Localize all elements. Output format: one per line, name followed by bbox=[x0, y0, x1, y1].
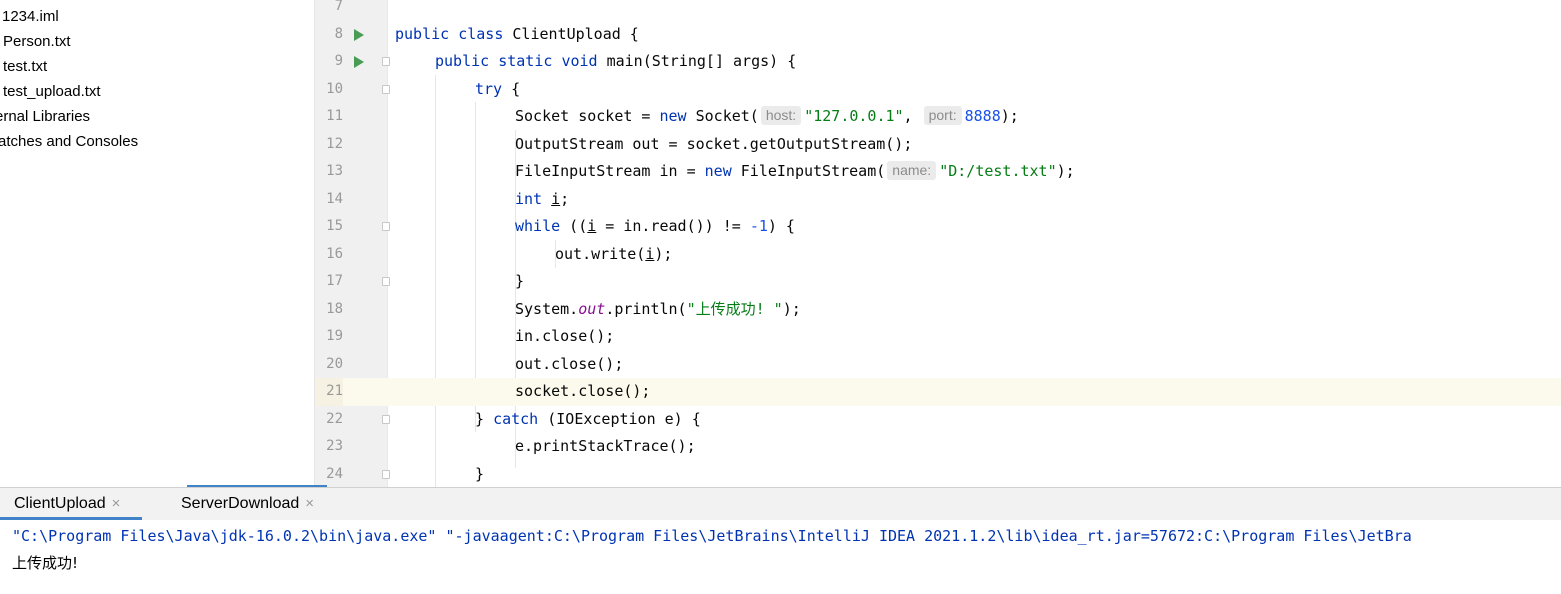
line-number: 16 bbox=[326, 245, 343, 262]
tab-label: ServerDownload bbox=[181, 495, 300, 512]
fold-icon[interactable] bbox=[382, 57, 390, 66]
line-number: 9 bbox=[334, 53, 343, 69]
code-line: 23 e.printStackTrace(); bbox=[315, 433, 1561, 461]
tab-client-upload[interactable]: ClientUpload × bbox=[14, 488, 120, 520]
code-line: 8 public class ClientUpload { bbox=[315, 21, 1561, 49]
line-number: 21 bbox=[315, 378, 343, 406]
line-number: 17 bbox=[326, 273, 343, 289]
code-line: 15 while ((i = in.read()) != -1) { bbox=[315, 213, 1561, 241]
code-text: while ((i = in.read()) != -1) { bbox=[515, 217, 795, 235]
line-number: 13 bbox=[326, 163, 343, 179]
code-line: 17 } bbox=[315, 268, 1561, 296]
code-text: e.printStackTrace(); bbox=[515, 437, 696, 455]
param-hint: port: bbox=[923, 106, 962, 125]
line-number: 8 bbox=[334, 25, 343, 42]
code-text: OutputStream out = socket.getOutputStrea… bbox=[515, 134, 913, 153]
line-number: 11 bbox=[326, 108, 343, 124]
close-icon[interactable]: × bbox=[112, 488, 121, 520]
console-command-line: "C:\Program Files\Java\jdk-16.0.2\bin\ja… bbox=[12, 527, 1412, 545]
run-console[interactable]: "C:\Program Files\Java\jdk-16.0.2\bin\ja… bbox=[0, 520, 1561, 594]
code-text: socket.close(); bbox=[515, 382, 651, 400]
close-icon[interactable]: × bbox=[305, 488, 314, 520]
line-number: 20 bbox=[326, 355, 343, 372]
line-number: 23 bbox=[326, 438, 343, 454]
code-text: } bbox=[515, 272, 525, 290]
code-line: 22 } catch (IOException e) { bbox=[315, 406, 1561, 434]
code-line: 11 Socket socket = new Socket(host: "127.… bbox=[315, 103, 1561, 131]
tab-label: ClientUpload bbox=[14, 495, 106, 512]
code-text: } bbox=[475, 464, 485, 483]
param-hint: host: bbox=[760, 106, 802, 125]
code-text: FileInputStream in = new FileInputStream… bbox=[515, 161, 1075, 180]
code-text: Socket socket = new Socket(host: "127.0.0… bbox=[515, 106, 1019, 125]
line-number: 18 bbox=[326, 300, 343, 317]
code-text: out.close(); bbox=[515, 354, 624, 373]
code-text: try { bbox=[475, 79, 521, 98]
code-line: 10 try { bbox=[315, 76, 1561, 104]
code-line: 7 bbox=[315, 0, 1561, 21]
tree-item-1234-iml[interactable]: 1234.iml bbox=[2, 4, 59, 29]
current-code-line: 21 socket.close(); bbox=[315, 378, 1561, 406]
code-text: public class ClientUpload { bbox=[395, 24, 639, 43]
tree-item-external-libraries[interactable]: ernal Libraries bbox=[0, 104, 90, 129]
code-line: 19 in.close(); bbox=[315, 323, 1561, 351]
run-tabs-bar: ClientUpload × ServerDownload × bbox=[0, 487, 1561, 520]
tab-server-download[interactable]: ServerDownload × bbox=[181, 488, 314, 520]
code-editor[interactable]: 7 8 public class ClientUpload { 9 public… bbox=[315, 0, 1561, 487]
line-number: 24 bbox=[326, 465, 343, 482]
tree-item-person-txt[interactable]: Person.txt bbox=[3, 29, 71, 54]
line-number: 14 bbox=[326, 190, 343, 207]
code-line: 12 OutputStream out = socket.getOutputSt… bbox=[315, 131, 1561, 159]
fold-icon[interactable] bbox=[382, 414, 390, 424]
line-number: 22 bbox=[326, 410, 343, 427]
tree-item-scratches-and-consoles[interactable]: ratches and Consoles bbox=[0, 129, 138, 154]
tree-item-test-upload-txt[interactable]: test_upload.txt bbox=[3, 79, 101, 104]
project-tree: 1234.iml Person.txt test.txt test_upload… bbox=[0, 0, 315, 487]
code-line: 20 out.close(); bbox=[315, 351, 1561, 379]
code-text: out.write(i); bbox=[555, 244, 673, 263]
code-text: public static void main(String[] args) { bbox=[435, 52, 797, 70]
line-number: 12 bbox=[326, 135, 343, 152]
run-gutter-icon[interactable] bbox=[354, 28, 364, 41]
code-text: System.out.println("上传成功! "); bbox=[515, 299, 801, 318]
code-line: 18 System.out.println("上传成功! "); bbox=[315, 296, 1561, 324]
code-text: int i; bbox=[515, 189, 570, 208]
fold-icon[interactable] bbox=[382, 84, 390, 94]
tree-item-test-txt[interactable]: test.txt bbox=[3, 54, 47, 79]
code-line: 9 public static void main(String[] args)… bbox=[315, 48, 1561, 76]
fold-icon[interactable] bbox=[382, 277, 390, 286]
code-line: 24 } bbox=[315, 461, 1561, 488]
fold-icon[interactable] bbox=[382, 222, 390, 231]
param-hint: name: bbox=[887, 161, 937, 180]
code-text: in.close(); bbox=[515, 327, 615, 345]
code-line: 16 out.write(i); bbox=[315, 241, 1561, 269]
fold-icon[interactable] bbox=[382, 469, 390, 479]
console-output: 上传成功! bbox=[12, 554, 79, 572]
line-number: 10 bbox=[326, 80, 343, 97]
code-text: } catch (IOException e) { bbox=[475, 409, 701, 428]
line-number: 19 bbox=[326, 328, 343, 344]
code-line: 13 FileInputStream in = new FileInputStr… bbox=[315, 158, 1561, 186]
line-number: 7 bbox=[334, 0, 343, 14]
line-number: 15 bbox=[326, 218, 343, 234]
run-gutter-icon[interactable] bbox=[354, 56, 364, 68]
code-line: 14 int i; bbox=[315, 186, 1561, 214]
